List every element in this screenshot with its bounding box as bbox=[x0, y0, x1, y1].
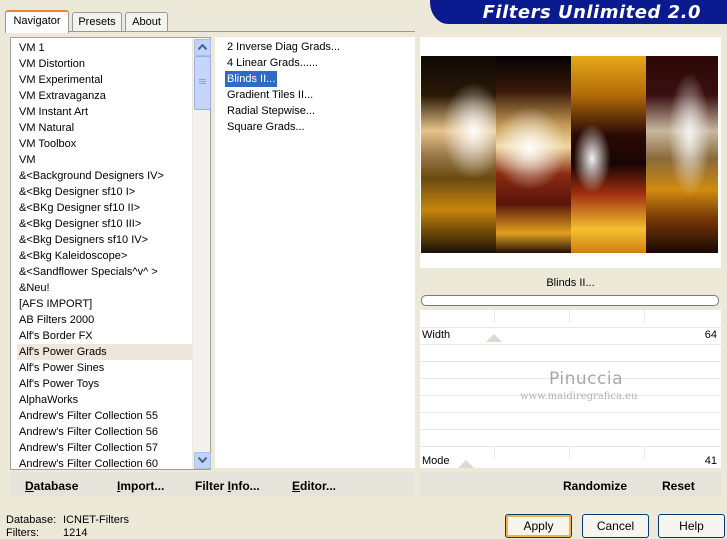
category-item[interactable]: &<Bkg Designer sf10 III> bbox=[17, 216, 193, 232]
scroll-thumb[interactable] bbox=[194, 56, 211, 110]
filter-list: 2 Inverse Diag Grads... 4 Linear Grads...… bbox=[225, 39, 342, 135]
category-item[interactable]: Andrew's Filter Collection 56 bbox=[17, 424, 193, 440]
category-item[interactable]: VM Extravaganza bbox=[17, 88, 193, 104]
filter-item[interactable]: 4 Linear Grads...... bbox=[225, 55, 320, 71]
category-item[interactable]: AlphaWorks bbox=[17, 392, 193, 408]
category-item[interactable]: &<Background Designers IV> bbox=[17, 168, 193, 184]
category-item[interactable]: &Neu! bbox=[17, 280, 193, 296]
filter-item[interactable]: Square Grads... bbox=[225, 119, 307, 135]
navigator-toolbar: Database Import... Filter Info... Editor… bbox=[10, 472, 414, 496]
category-item[interactable]: [AFS IMPORT] bbox=[17, 296, 193, 312]
header-banner: Filters Unlimited 2.0 bbox=[430, 0, 727, 24]
scroll-up-button[interactable] bbox=[194, 39, 211, 56]
category-item[interactable]: Alf's Power Sines bbox=[17, 360, 193, 376]
category-item[interactable]: Andrew's Filter Collection 60 bbox=[17, 456, 193, 472]
preview-toolbar: Randomize Reset bbox=[420, 472, 721, 496]
parameters-panel bbox=[420, 310, 721, 468]
tab-about[interactable]: About bbox=[125, 12, 168, 31]
tab-navigator[interactable]: Navigator bbox=[5, 10, 69, 33]
category-item[interactable]: VM 1 bbox=[17, 40, 193, 56]
category-item[interactable]: &<Sandflower Specials^v^ > bbox=[17, 264, 193, 280]
tab-label: About bbox=[132, 16, 161, 28]
category-item[interactable]: Andrew's Filter Collection 55 bbox=[17, 408, 193, 424]
app-title: Filters Unlimited 2.0 bbox=[482, 2, 701, 23]
cancel-button[interactable]: Cancel bbox=[582, 514, 649, 538]
watermark-url: www.maidiregrafica.eu bbox=[520, 391, 638, 402]
scroll-down-button[interactable] bbox=[194, 452, 211, 469]
category-list: VM 1 VM Distortion VM Experimental VM Extra… bbox=[17, 40, 193, 472]
category-item[interactable]: VM Toolbox bbox=[17, 136, 193, 152]
category-scrollbar[interactable] bbox=[192, 38, 211, 469]
help-button[interactable]: Help bbox=[658, 514, 725, 538]
apply-button[interactable]: Apply bbox=[505, 514, 572, 538]
param-width-label: Width bbox=[422, 329, 451, 341]
category-item[interactable]: &<BKg Designer sf10 II> bbox=[17, 200, 193, 216]
category-item[interactable]: Andrew's Filter Collection 57 bbox=[17, 440, 193, 456]
param-width-slider[interactable] bbox=[486, 334, 502, 342]
reset-button[interactable]: Reset bbox=[662, 479, 695, 493]
randomize-button[interactable]: Randomize bbox=[563, 479, 627, 493]
category-item[interactable]: Alf's Border FX bbox=[17, 328, 193, 344]
filter-item[interactable]: Radial Stepwise... bbox=[225, 103, 317, 119]
category-listbox[interactable]: VM 1 VM Distortion VM Experimental VM Extra… bbox=[10, 37, 211, 470]
chevron-up-icon bbox=[198, 44, 207, 50]
tab-label: Navigator bbox=[13, 15, 61, 27]
tab-presets[interactable]: Presets bbox=[72, 12, 122, 31]
category-item[interactable]: VM Distortion bbox=[17, 56, 193, 72]
category-item[interactable]: AB Filters 2000 bbox=[17, 312, 193, 328]
category-item[interactable]: VM bbox=[17, 152, 193, 168]
watermark-name: Pinuccia bbox=[549, 369, 623, 389]
category-item[interactable]: VM Natural bbox=[17, 120, 193, 136]
filters-count-status: Filters: 1214 bbox=[6, 527, 88, 539]
category-item[interactable]: &<Bkg Designers sf10 IV> bbox=[17, 232, 193, 248]
param-mode-slider[interactable] bbox=[458, 460, 474, 468]
param-width-value: 64 bbox=[704, 329, 717, 341]
filter-info-button[interactable]: Filter Info... bbox=[195, 479, 260, 493]
param-mode-value: 41 bbox=[704, 455, 717, 467]
param-mode-label: Mode bbox=[422, 455, 450, 467]
category-item[interactable]: Alf's Power Grads bbox=[17, 344, 193, 360]
progress-bar bbox=[421, 295, 719, 306]
chevron-down-icon bbox=[198, 457, 207, 463]
category-item[interactable]: &<Bkg Designer sf10 I> bbox=[17, 184, 193, 200]
category-item[interactable]: &<Bkg Kaleidoscope> bbox=[17, 248, 193, 264]
filter-item[interactable]: Gradient Tiles II... bbox=[225, 87, 315, 103]
database-button[interactable]: Database bbox=[25, 479, 78, 493]
tab-label: Presets bbox=[78, 16, 116, 28]
database-status: Database: ICNET-Filters bbox=[6, 514, 129, 526]
import-button[interactable]: Import... bbox=[117, 479, 164, 493]
selected-filter-name: Blinds II... bbox=[420, 272, 721, 294]
filter-item[interactable]: 2 Inverse Diag Grads... bbox=[225, 39, 342, 55]
filter-item[interactable]: Blinds II... bbox=[225, 71, 278, 87]
category-item[interactable]: VM Experimental bbox=[17, 72, 193, 88]
filter-listbox[interactable]: 2 Inverse Diag Grads... 4 Linear Grads...… bbox=[214, 37, 415, 468]
preview-image bbox=[421, 56, 718, 253]
category-item[interactable]: Alf's Power Toys bbox=[17, 376, 193, 392]
editor-button[interactable]: Editor... bbox=[292, 479, 336, 493]
category-item[interactable]: VM Instant Art bbox=[17, 104, 193, 120]
